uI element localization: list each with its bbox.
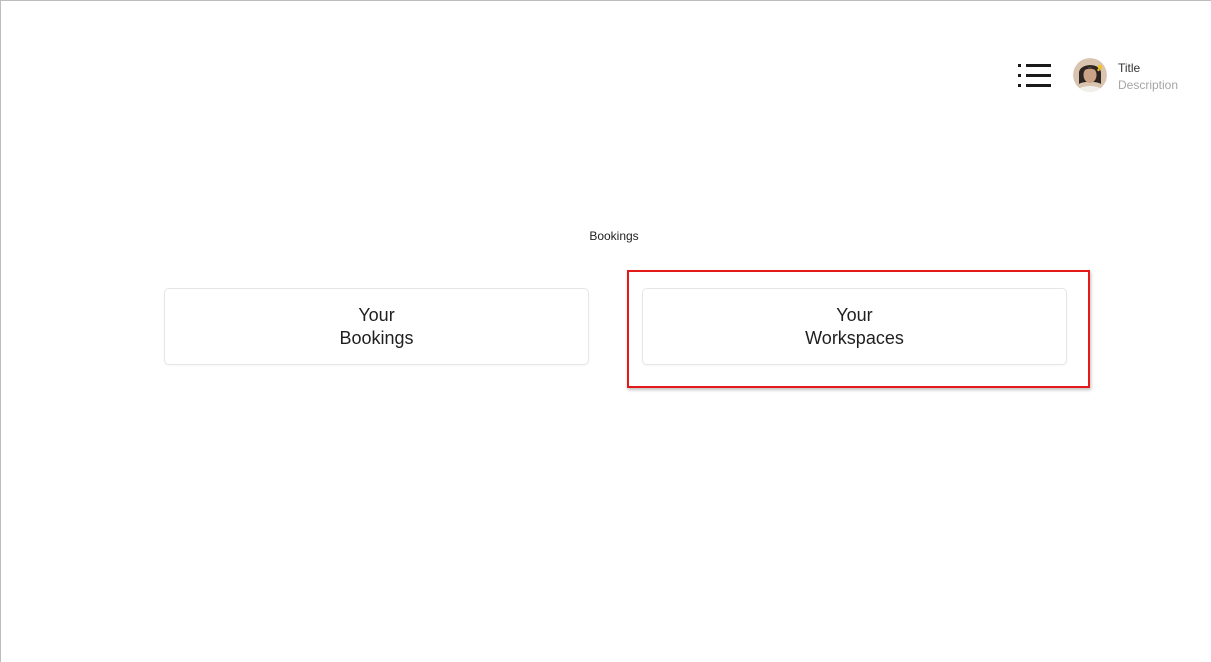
section-title: Bookings xyxy=(589,229,639,243)
card-label-line1: Your xyxy=(836,304,873,325)
card-label-line2: Bookings xyxy=(339,327,414,348)
user-info[interactable]: Title Description xyxy=(1118,60,1178,94)
top-bar: Title Description xyxy=(1016,56,1178,96)
user-avatar[interactable] xyxy=(1073,58,1107,92)
your-bookings-card[interactable]: Your Bookings xyxy=(164,288,589,365)
user-description: Description xyxy=(1118,78,1179,92)
card-label-line2: Workspaces xyxy=(805,327,904,348)
card-label-line1: Your xyxy=(358,304,395,325)
menu-row xyxy=(1016,64,1052,67)
menu-row xyxy=(1016,74,1052,77)
user-title: Title xyxy=(1118,61,1141,75)
menu-row xyxy=(1016,84,1052,87)
avatar-image xyxy=(1073,58,1107,92)
your-workspaces-card[interactable]: Your Workspaces xyxy=(642,288,1067,365)
list-menu-icon[interactable] xyxy=(1016,62,1052,90)
